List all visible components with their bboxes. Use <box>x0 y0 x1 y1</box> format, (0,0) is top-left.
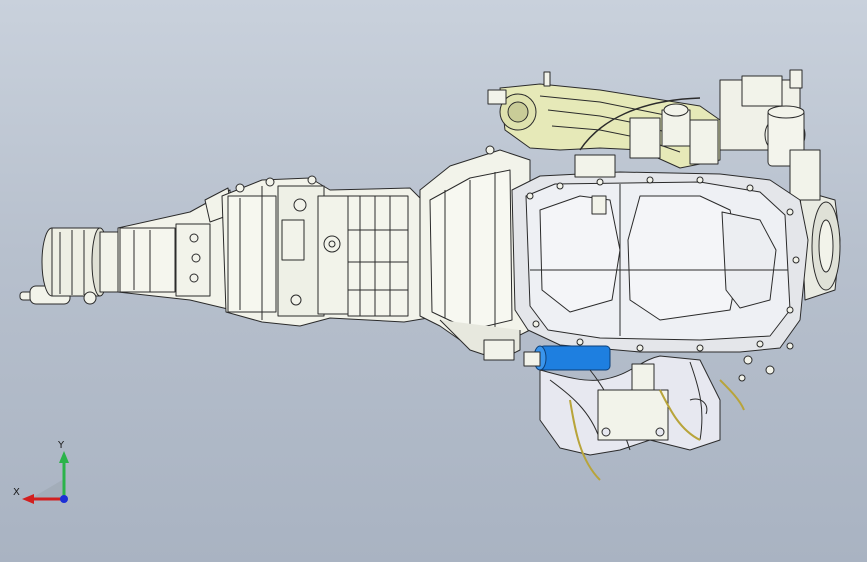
starter-motor <box>523 345 611 371</box>
engine-transmission-model[interactable] <box>0 0 867 562</box>
y-axis-arrow <box>59 451 69 463</box>
y-axis-label: Y <box>57 440 65 451</box>
axis-triad: Y X <box>13 440 69 504</box>
z-axis-dot <box>60 495 68 503</box>
extension-housing <box>117 187 233 311</box>
cad-viewport[interactable]: Y X <box>0 0 867 562</box>
exhaust-manifold <box>539 355 721 456</box>
triad-plane <box>30 479 64 499</box>
transmission-case <box>221 175 429 327</box>
output-shaft <box>19 227 121 305</box>
x-axis-arrow <box>22 494 34 504</box>
x-axis-label: X <box>13 487 20 498</box>
oil-pan <box>511 171 809 353</box>
